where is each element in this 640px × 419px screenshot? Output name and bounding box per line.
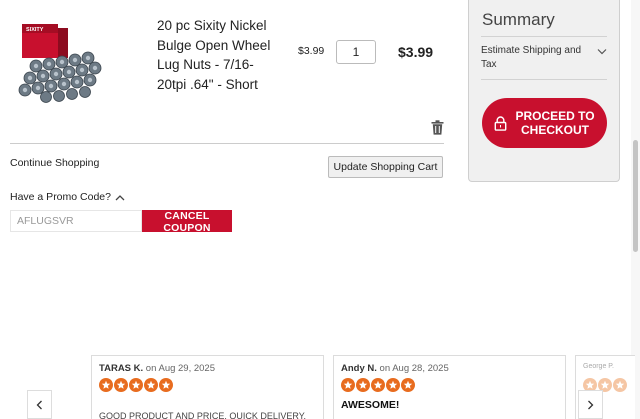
summary-title: Summary (482, 10, 555, 29)
review-author: TARAS K. (99, 363, 144, 374)
product-image[interactable]: SIXITY (16, 20, 106, 104)
review-card: TARAS K. on Aug 29, 2025 GOOD PRODUCT AN… (91, 355, 324, 419)
page-scrollbar-thumb[interactable] (633, 140, 638, 252)
star-icon (613, 378, 627, 392)
review-meta: George P. (583, 363, 614, 370)
cancel-coupon-button[interactable]: CANCEL COUPON (142, 210, 232, 234)
star-icon (401, 378, 415, 392)
star-icon (144, 378, 158, 392)
row-total: $3.99 (398, 44, 434, 60)
estimate-shipping-toggle[interactable]: Estimate Shipping and Tax (481, 44, 607, 72)
review-meta: TARAS K. on Aug 29, 2025 (99, 363, 215, 374)
order-summary-panel: Summary Estimate Shipping and Tax PROCEE… (468, 0, 620, 182)
review-body: GOOD PRODUCT AND PRICE. QUICK DELIVERY. (99, 411, 307, 419)
chevron-down-icon (597, 49, 607, 55)
unit-price: $3.99 (298, 45, 325, 57)
star-icon (371, 378, 385, 392)
lock-icon (495, 115, 507, 131)
promo-code-toggle[interactable]: Have a Promo Code? (10, 191, 125, 203)
checkout-label: PROCEED TO CHECKOUT (515, 109, 595, 137)
continue-shopping-link[interactable]: Continue Shopping (10, 157, 99, 169)
review-author: Andy N. (341, 363, 377, 374)
chevron-up-icon (115, 194, 125, 200)
review-heading: AWESOME! (341, 399, 400, 411)
product-name-link[interactable]: 20 pc Sixity Nickel Bulge Open Wheel Lug… (157, 16, 277, 94)
promo-toggle-label: Have a Promo Code? (10, 191, 111, 203)
star-rating (99, 378, 173, 392)
reviews-next-button[interactable] (578, 390, 603, 419)
summary-divider (481, 79, 607, 80)
cart-divider (10, 143, 444, 144)
proceed-to-checkout-button[interactable]: PROCEED TO CHECKOUT (482, 98, 607, 148)
summary-divider (481, 36, 607, 37)
star-icon (341, 378, 355, 392)
review-meta: Andy N. on Aug 28, 2025 (341, 363, 449, 374)
star-icon (386, 378, 400, 392)
review-date: on Aug 28, 2025 (379, 363, 449, 374)
update-cart-button[interactable]: Update Shopping Cart (328, 156, 443, 178)
svg-text:SIXITY: SIXITY (26, 27, 44, 33)
chevron-right-icon (588, 400, 594, 409)
estimate-shipping-label: Estimate Shipping and Tax (481, 45, 582, 70)
review-author: George P. (583, 363, 615, 370)
star-icon (159, 378, 173, 392)
trash-icon[interactable] (431, 120, 444, 135)
reviews-prev-button[interactable] (27, 390, 52, 419)
star-icon (99, 378, 113, 392)
chevron-left-icon (36, 400, 42, 409)
quantity-input[interactable] (336, 40, 376, 64)
star-rating (341, 378, 415, 392)
review-date: on Aug 29, 2025 (145, 363, 216, 374)
promo-code-input[interactable] (10, 210, 142, 232)
review-card: Andy N. on Aug 28, 2025 AWESOME! (333, 355, 566, 419)
star-icon (356, 378, 370, 392)
star-icon (114, 378, 128, 392)
star-icon (129, 378, 143, 392)
